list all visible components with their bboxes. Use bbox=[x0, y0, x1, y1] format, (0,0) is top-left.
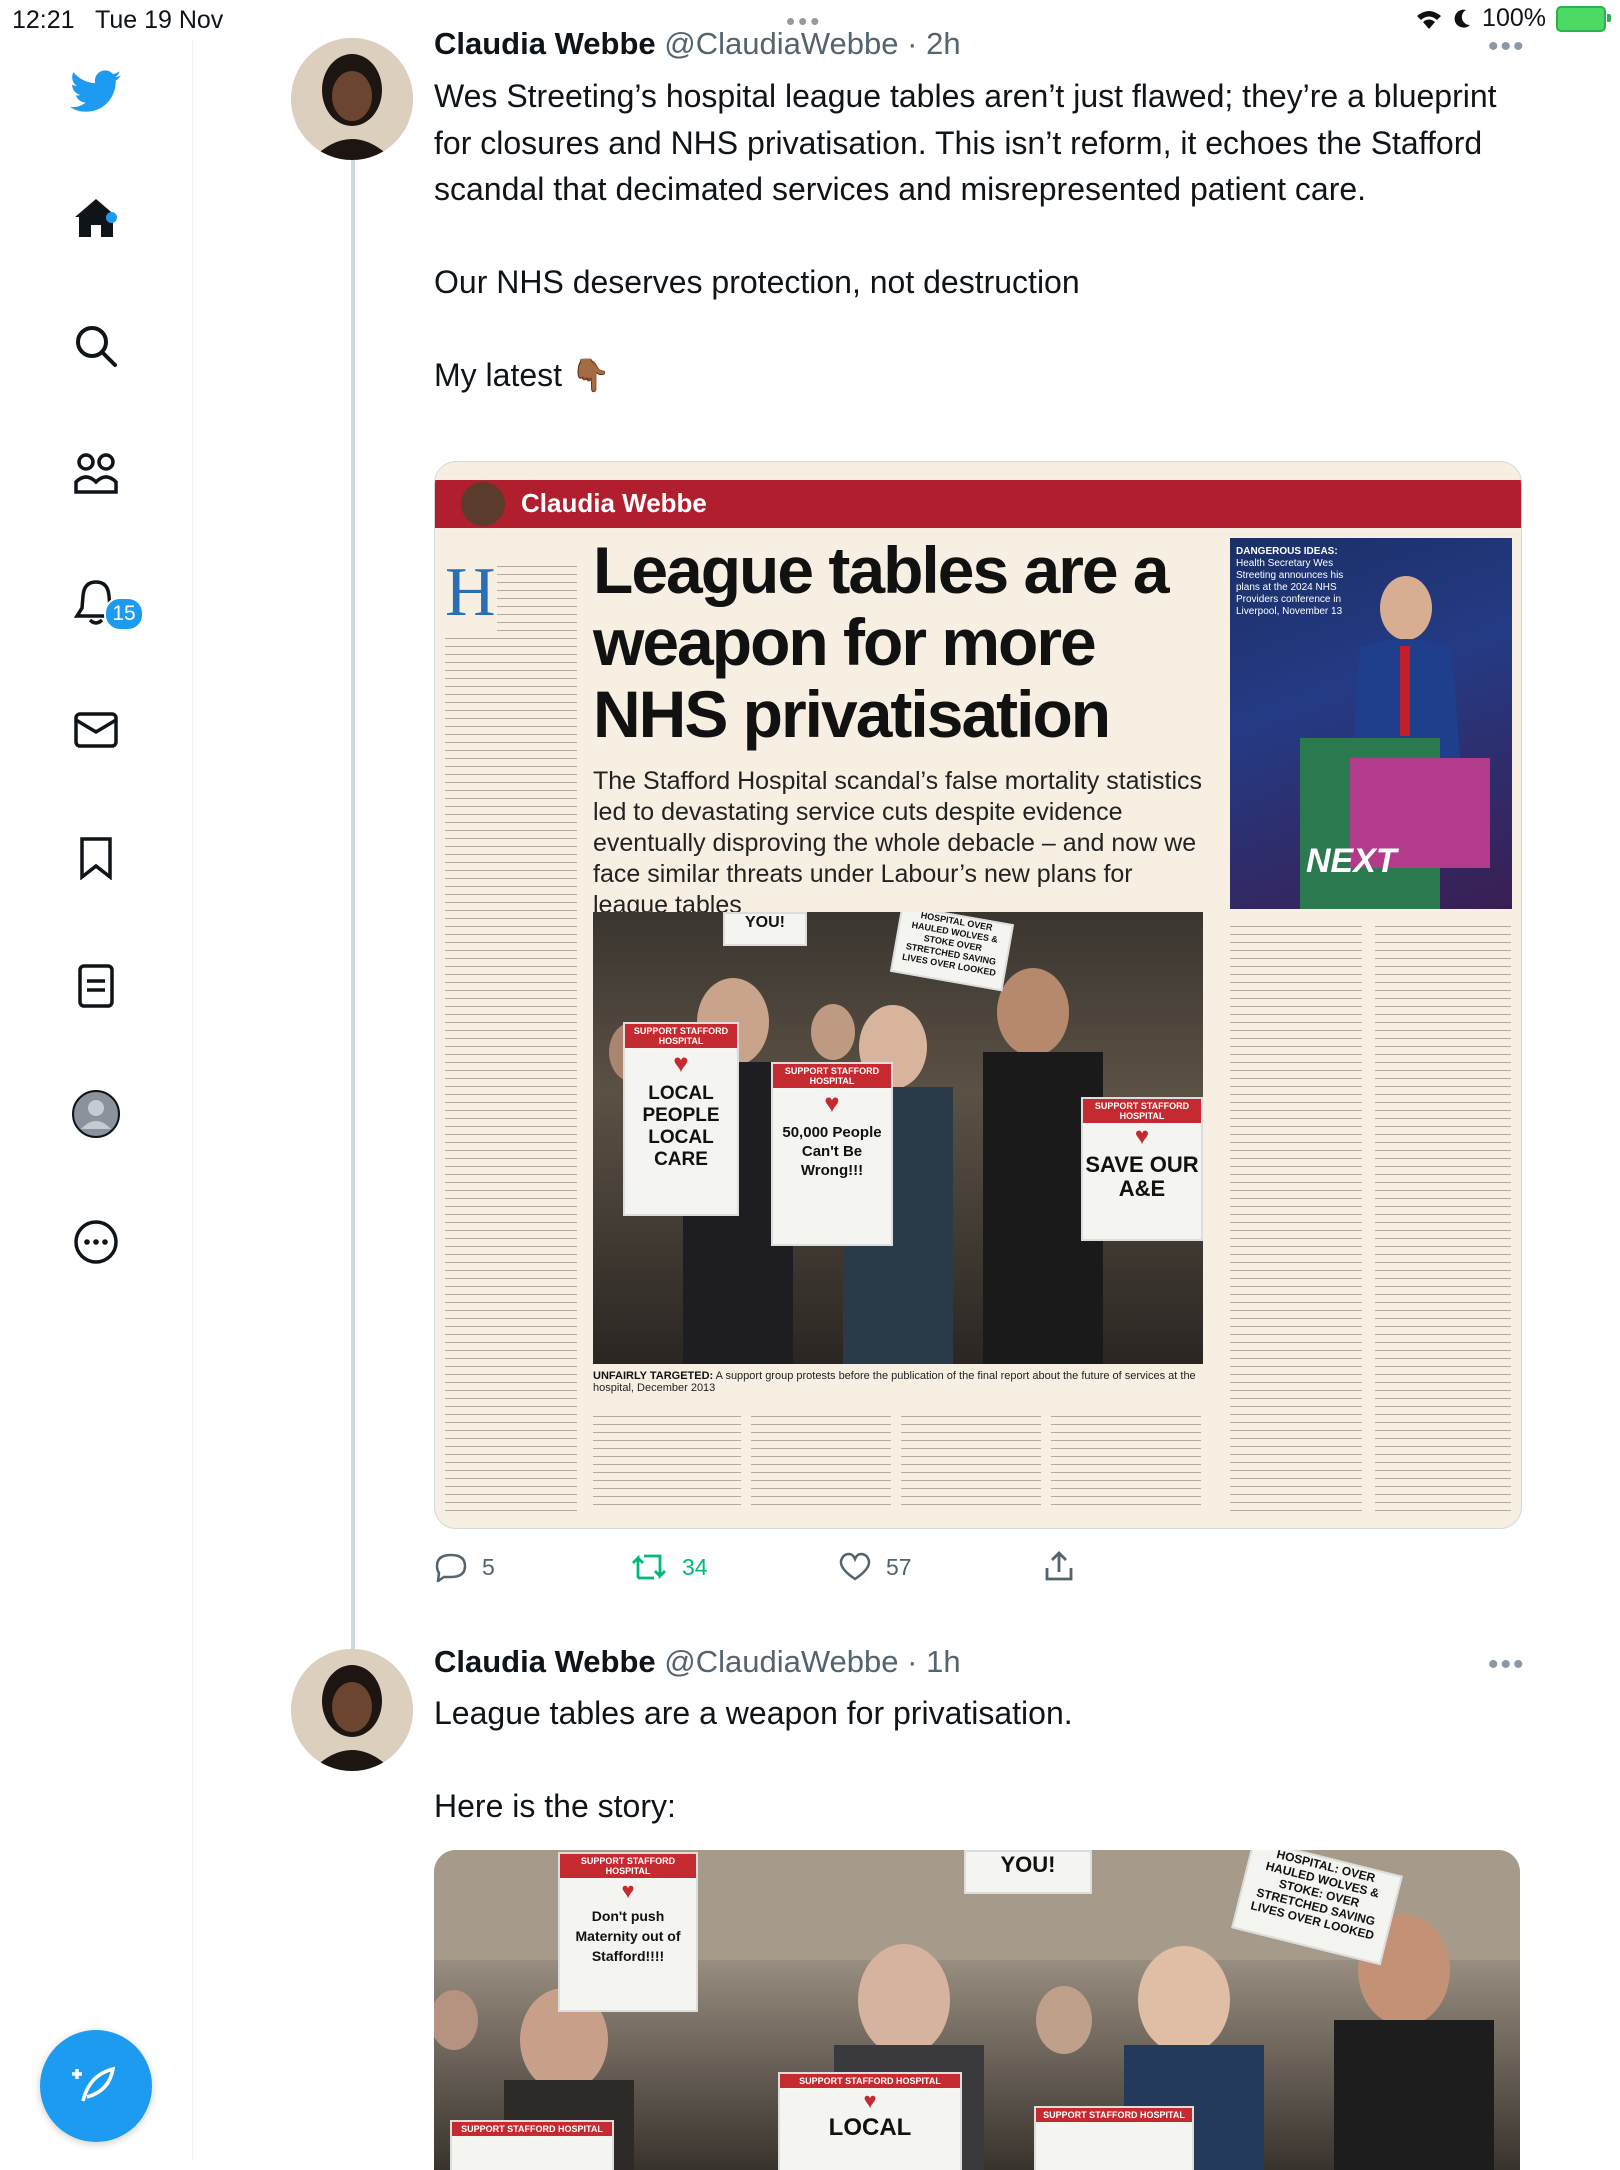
like-count: 57 bbox=[886, 1553, 912, 1580]
reply-count: 5 bbox=[482, 1553, 495, 1580]
notifications-badge: 15 bbox=[104, 597, 144, 631]
more-options-icon[interactable] bbox=[70, 1216, 122, 1268]
placard-heading: SUPPORT STAFFORD HOSPITAL bbox=[1036, 2108, 1192, 2122]
placard-maternity: SUPPORT STAFFORD HOSPITAL ♥ Don't push M… bbox=[558, 1852, 698, 2012]
protest-photo: SUPPORT STAFFORD HOSPITAL ♥ LOCAL PEOPLE… bbox=[593, 912, 1203, 1364]
placard-text: SAVE OUR A&E bbox=[1085, 1152, 1199, 1201]
tweet2-avatar[interactable] bbox=[291, 1649, 413, 1771]
article-text-col bbox=[1375, 922, 1511, 1512]
tweet1-paragraph-1: Wes Streeting’s hospital league tables a… bbox=[434, 78, 1497, 207]
tweet1-time[interactable]: · 2h bbox=[907, 26, 960, 61]
communities-icon[interactable] bbox=[70, 448, 122, 500]
placard-heart-icon: ♥ bbox=[621, 1878, 635, 1903]
share-icon bbox=[1045, 1551, 1073, 1581]
article-text-col bbox=[901, 1412, 1041, 1512]
retweet-icon bbox=[632, 1554, 666, 1580]
tweet1-paragraph-2: Our NHS deserves protection, not destruc… bbox=[434, 264, 1080, 300]
tweet1-header: Claudia Webbe @ClaudiaWebbe · 2h bbox=[434, 26, 961, 62]
placard-heading: SUPPORT STAFFORD HOSPITAL bbox=[1083, 1099, 1201, 1123]
tweet2-author-handle[interactable]: @ClaudiaWebbe bbox=[664, 1644, 898, 1679]
placard-text: LOCAL bbox=[828, 2114, 912, 2141]
placard-heading: SUPPORT STAFFORD HOSPITAL bbox=[773, 1064, 891, 1088]
placard-local: SUPPORT STAFFORD HOSPITAL ♥ LOCAL bbox=[778, 2072, 962, 2170]
tweet1-more-icon[interactable]: ••• bbox=[1488, 30, 1526, 64]
placard-bottom-left: SUPPORT STAFFORD HOSPITAL bbox=[450, 2120, 614, 2170]
compose-tweet-button[interactable] bbox=[40, 2030, 152, 2142]
battery-percent: 100% bbox=[1482, 4, 1546, 32]
thread-connector-line bbox=[351, 160, 355, 1650]
like-heart-icon bbox=[839, 1552, 871, 1581]
like-button[interactable]: 57 bbox=[838, 1552, 912, 1582]
messages-envelope-icon[interactable] bbox=[70, 704, 122, 756]
bookmarks-icon[interactable] bbox=[70, 832, 122, 884]
tweet1-author-handle[interactable]: @ClaudiaWebbe bbox=[664, 26, 898, 61]
columnist-mini-photo bbox=[461, 482, 505, 526]
placard-you: YOU! bbox=[964, 1850, 1092, 1894]
article-standfirst: The Stafford Hospital scandal’s false mo… bbox=[593, 767, 1203, 919]
streeting-conference-photo: DANGEROUS IDEAS: Health Secretary Wes St… bbox=[1230, 538, 1512, 909]
tweet2-author-name[interactable]: Claudia Webbe bbox=[434, 1644, 656, 1679]
tweet2-protest-photo[interactable]: SUPPORT STAFFORD HOSPITAL ♥ Don't push M… bbox=[434, 1850, 1520, 2170]
tweet1-text: Wes Streeting’s hospital league tables a… bbox=[434, 73, 1534, 399]
tweet2-paragraph-1: League tables are a weapon for privatisa… bbox=[434, 1695, 1073, 1731]
tweet2-paragraph-2: Here is the story: bbox=[434, 1788, 676, 1824]
placard-heart-icon: ♥ bbox=[1134, 1123, 1150, 1150]
tweet1-paragraph-3: My latest 👇🏾 bbox=[434, 357, 611, 393]
column-band: Claudia Webbe bbox=[435, 480, 1521, 528]
article-text-col bbox=[593, 1412, 741, 1512]
placard-text: Don't push Maternity out of Stafford!!!! bbox=[575, 1908, 681, 1964]
search-icon[interactable] bbox=[70, 320, 122, 372]
tweet1-avatar[interactable] bbox=[291, 38, 413, 160]
placard-you: YOU! bbox=[723, 912, 807, 946]
placard-save-our-ae: SUPPORT STAFFORD HOSPITAL ♥ SAVE OUR A&E bbox=[1081, 1097, 1203, 1241]
battery-icon bbox=[1556, 5, 1611, 32]
reply-button[interactable]: 5 bbox=[434, 1552, 495, 1582]
status-right: 100% bbox=[1416, 4, 1611, 33]
retweet-button[interactable]: 34 bbox=[630, 1552, 708, 1582]
placard-heading: SUPPORT STAFFORD HOSPITAL bbox=[560, 1854, 696, 1878]
article-text-col bbox=[1230, 922, 1362, 1512]
placard-heart-icon: ♥ bbox=[863, 2088, 877, 2113]
photo-caption: UNFAIRLY TARGETED: A support group prote… bbox=[593, 1370, 1203, 1394]
profile-avatar-icon[interactable] bbox=[70, 1088, 122, 1140]
caption-label: UNFAIRLY TARGETED: bbox=[593, 1370, 714, 1382]
next-generation-logo: NEXT bbox=[1306, 842, 1397, 880]
share-button[interactable] bbox=[1044, 1550, 1074, 1582]
tweet1-author-name[interactable]: Claudia Webbe bbox=[434, 26, 656, 61]
twitter-logo-icon[interactable] bbox=[70, 66, 122, 118]
status-date: Tue 19 Nov bbox=[95, 6, 224, 34]
retweet-count: 34 bbox=[682, 1553, 708, 1580]
placard-text: 50,000 People Can't Be Wrong!!! bbox=[782, 1124, 882, 1179]
placard-heading: SUPPORT STAFFORD HOSPITAL bbox=[625, 1024, 737, 1048]
placard-heart-icon: ♥ bbox=[824, 1088, 840, 1118]
placard-heading: SUPPORT STAFFORD HOSPITAL bbox=[780, 2074, 960, 2088]
placard-heading: SUPPORT STAFFORD HOSPITAL bbox=[452, 2122, 612, 2136]
article-text-col bbox=[751, 1412, 891, 1512]
placard-50000-people: SUPPORT STAFFORD HOSPITAL ♥ 50,000 Peopl… bbox=[771, 1062, 893, 1246]
tweet2-time[interactable]: · 1h bbox=[907, 1644, 960, 1679]
lists-icon[interactable] bbox=[70, 960, 122, 1012]
reply-icon bbox=[435, 1553, 467, 1582]
tweet2-more-icon[interactable]: ••• bbox=[1488, 1648, 1526, 1682]
placard-text: LOCAL PEOPLE LOCAL CARE bbox=[642, 1083, 720, 1170]
columnist-name: Claudia Webbe bbox=[521, 488, 707, 518]
home-unread-dot bbox=[106, 212, 117, 223]
placard-bottom-right: SUPPORT STAFFORD HOSPITAL bbox=[1034, 2106, 1194, 2170]
placard-local-people: SUPPORT STAFFORD HOSPITAL ♥ LOCAL PEOPLE… bbox=[623, 1022, 739, 1216]
article-text-col bbox=[497, 562, 577, 632]
article-text-col bbox=[445, 634, 577, 1512]
tweet2-text: League tables are a weapon for privatisa… bbox=[434, 1690, 1534, 1830]
moon-icon bbox=[1454, 9, 1471, 28]
article-headline: League tables are a weapon for more NHS … bbox=[593, 533, 1170, 751]
article-text-col bbox=[1051, 1412, 1201, 1512]
drop-cap: H bbox=[445, 554, 496, 631]
wifi-icon bbox=[1417, 10, 1442, 29]
sidebar-nav: 15 bbox=[0, 40, 193, 2160]
tweet2-header: Claudia Webbe @ClaudiaWebbe · 1h bbox=[434, 1644, 961, 1680]
compose-feather-icon bbox=[72, 2066, 116, 2102]
tweet1-article-image[interactable]: Claudia Webbe H League tables are a weap… bbox=[434, 461, 1522, 1529]
status-time: 12:21 bbox=[12, 6, 75, 34]
tweet1-actions: 5 34 57 bbox=[434, 1548, 1534, 1588]
placard-heart-icon: ♥ bbox=[673, 1048, 689, 1078]
